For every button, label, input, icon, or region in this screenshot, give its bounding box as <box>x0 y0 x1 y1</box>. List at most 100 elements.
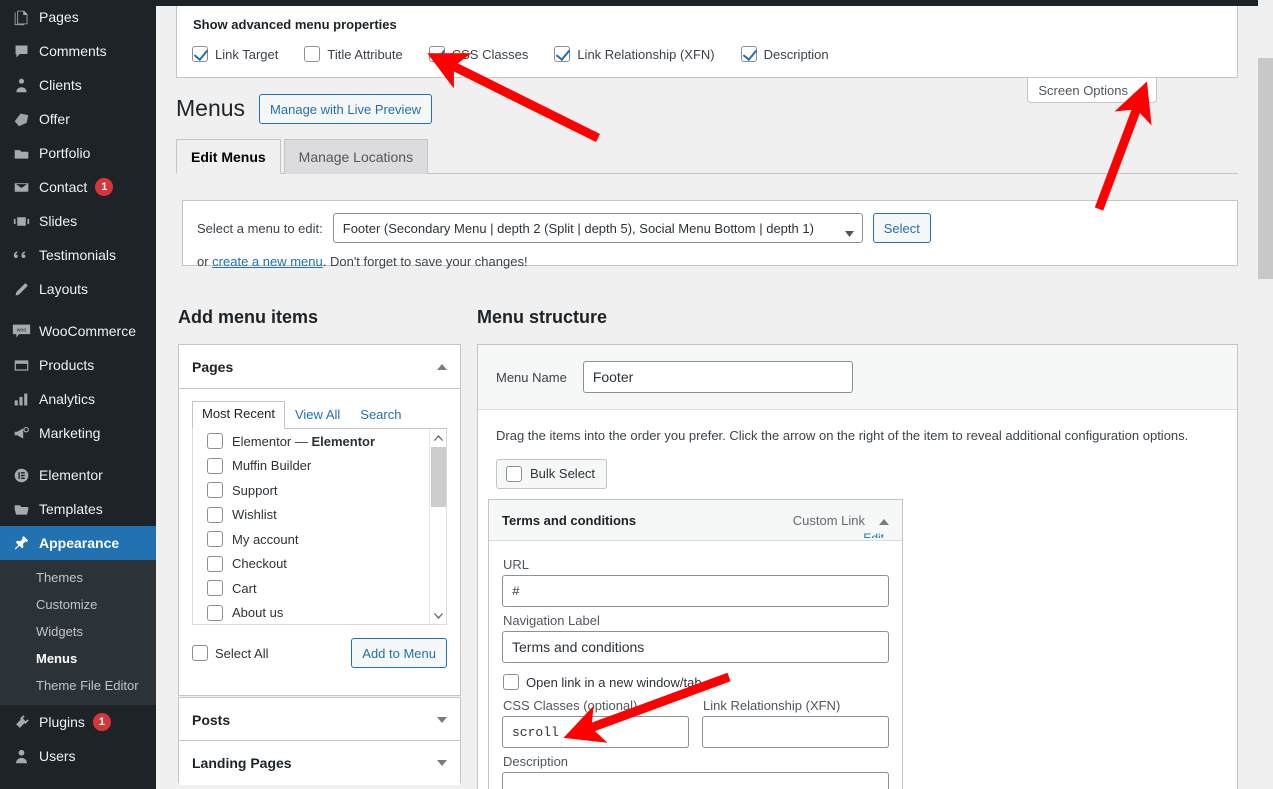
create-new-menu-link[interactable]: create a new menu <box>212 254 323 269</box>
navigation-label-input[interactable]: Terms and conditions <box>502 631 889 663</box>
checkbox-icon[interactable] <box>503 674 519 690</box>
tab-view-all[interactable]: View All <box>285 402 350 429</box>
screen-option-description[interactable]: Description <box>740 46 829 62</box>
list-item[interactable]: Elementor — Elementor <box>193 429 446 454</box>
bulk-select-button[interactable]: Bulk Select <box>496 458 608 489</box>
checkbox-icon[interactable] <box>207 457 223 474</box>
checkbox-icon[interactable] <box>207 580 223 597</box>
checkbox-icon[interactable] <box>428 46 445 62</box>
checkbox-icon[interactable] <box>207 555 223 572</box>
screen-option-title-attribute[interactable]: Title Attribute <box>304 46 403 62</box>
posts-panel-header[interactable]: Posts <box>179 698 460 742</box>
sidebar-subitem-customize[interactable]: Customize <box>0 592 156 619</box>
list-item[interactable]: Checkout <box>193 552 446 577</box>
sidebar-item-woocommerce[interactable]: woo WooCommerce <box>0 314 156 348</box>
description-input[interactable] <box>502 772 889 789</box>
chevron-down-icon[interactable] <box>437 717 447 723</box>
chevron-down-icon[interactable] <box>437 760 447 766</box>
users-icon <box>9 746 33 766</box>
browser-scrollbar[interactable] <box>1258 0 1273 789</box>
menu-item-edit-link[interactable]: Edit <box>863 531 884 538</box>
sidebar-item-offer[interactable]: Offer <box>0 102 156 136</box>
scrollbar-thumb[interactable] <box>1258 58 1273 279</box>
checkbox-icon[interactable] <box>192 645 208 661</box>
url-input[interactable]: # <box>502 575 889 607</box>
tab-most-recent[interactable]: Most Recent <box>192 400 285 429</box>
checkbox-icon[interactable] <box>207 433 223 450</box>
sidebar-item-analytics[interactable]: Analytics <box>0 382 156 416</box>
sidebar-item-marketing[interactable]: Marketing <box>0 416 156 450</box>
sidebar-item-pages[interactable]: Pages <box>0 0 156 34</box>
checkbox-icon[interactable] <box>506 465 522 482</box>
create-menu-hint: or create a new menu. Don't forget to sa… <box>197 254 1223 269</box>
checkbox-icon[interactable] <box>304 46 321 62</box>
sidebar-subitem-widgets[interactable]: Widgets <box>0 619 156 646</box>
sidebar-item-products[interactable]: Products <box>0 348 156 382</box>
list-item[interactable]: About us <box>193 601 446 625</box>
screen-option-link-target[interactable]: Link Target <box>192 46 278 62</box>
sidebar-item-label: Contact <box>39 179 88 195</box>
tab-edit-menus[interactable]: Edit Menus <box>176 139 281 174</box>
screen-option-link-relationship[interactable]: Link Relationship (XFN) <box>554 46 715 62</box>
sidebar-item-label: Marketing <box>39 425 101 441</box>
pages-checkbox-list[interactable]: Elementor — Elementor Muffin Builder Sup… <box>192 429 447 625</box>
select-menu-button[interactable]: Select <box>872 213 931 243</box>
list-item[interactable]: Cart <box>193 576 446 601</box>
sidebar-subitem-themes[interactable]: Themes <box>0 565 156 592</box>
list-item[interactable]: My account <box>193 527 446 552</box>
sidebar-item-clients[interactable]: Clients <box>0 68 156 102</box>
chevron-up-icon[interactable] <box>437 363 447 370</box>
menu-name-input[interactable]: Footer <box>582 361 853 393</box>
sidebar-item-plugins[interactable]: Plugins 1 <box>0 705 156 739</box>
checkbox-icon[interactable] <box>207 531 223 548</box>
sidebar-item-portfolio[interactable]: Portfolio <box>0 136 156 170</box>
checkbox-icon[interactable] <box>740 46 757 62</box>
sidebar-separator <box>0 450 156 458</box>
screen-option-label: CSS Classes <box>451 46 529 62</box>
list-item-label: Wishlist <box>232 507 277 523</box>
menu-item-header[interactable]: Terms and conditions Custom Link <box>489 500 902 541</box>
xfn-input[interactable] <box>702 716 889 748</box>
checkbox-icon[interactable] <box>207 482 223 499</box>
landing-pages-panel-header[interactable]: Landing Pages <box>179 741 460 785</box>
checkbox-icon[interactable] <box>192 46 208 62</box>
sidebar-item-users[interactable]: Users <box>0 739 156 773</box>
status-badge: 1 <box>92 713 111 732</box>
hint-prefix: or <box>197 254 213 269</box>
add-menu-items-heading: Add menu items <box>178 307 319 327</box>
select-all-checkbox[interactable]: Select All <box>192 645 268 661</box>
list-item[interactable]: Muffin Builder <box>193 454 446 479</box>
chevron-up-icon[interactable] <box>879 513 889 528</box>
css-classes-input[interactable]: scroll <box>502 716 689 748</box>
sidebar-item-slides[interactable]: Slides <box>0 204 156 238</box>
checkbox-icon[interactable] <box>207 604 223 621</box>
scroll-down-icon[interactable] <box>430 607 446 624</box>
checkbox-icon[interactable] <box>554 46 571 62</box>
list-item[interactable]: Wishlist <box>193 503 446 528</box>
list-item-label: Elementor — Elementor <box>232 433 376 449</box>
checkbox-icon[interactable] <box>207 506 223 523</box>
add-to-menu-button[interactable]: Add to Menu <box>351 638 447 668</box>
list-item[interactable]: Support <box>193 478 446 503</box>
menu-select-dropdown[interactable]: Footer (Secondary Menu | depth 2 (Split … <box>332 213 863 243</box>
tab-manage-locations[interactable]: Manage Locations <box>283 139 429 174</box>
screen-options-toggle[interactable]: Screen Options <box>1027 78 1157 103</box>
sidebar-item-comments[interactable]: Comments <box>0 34 156 68</box>
manage-with-live-preview-button[interactable]: Manage with Live Preview <box>259 94 433 124</box>
pages-list-scrollbar[interactable] <box>429 429 446 624</box>
sidebar-item-templates[interactable]: Templates <box>0 492 156 526</box>
pages-panel-header[interactable]: Pages <box>179 345 460 389</box>
sidebar-subitem-menus[interactable]: Menus <box>0 646 156 673</box>
sidebar-item-testimonials[interactable]: Testimonials <box>0 238 156 272</box>
sidebar-item-elementor[interactable]: Elementor <box>0 458 156 492</box>
sidebar-subitem-theme-file-editor[interactable]: Theme File Editor <box>0 673 156 700</box>
scrollbar-thumb[interactable] <box>431 447 446 507</box>
sidebar-item-contact[interactable]: Contact 1 <box>0 170 156 204</box>
sidebar-item-appearance[interactable]: Appearance <box>0 526 156 560</box>
open-in-new-window-checkbox[interactable]: Open link in a new window/tab <box>503 674 889 690</box>
tab-search[interactable]: Search <box>350 402 411 429</box>
scroll-up-icon[interactable] <box>430 429 446 446</box>
screen-option-css-classes[interactable]: CSS Classes <box>428 46 529 62</box>
pages-accordion-panel: Pages Most Recent View All Search Elemen… <box>178 344 461 696</box>
sidebar-item-layouts[interactable]: Layouts <box>0 272 156 306</box>
